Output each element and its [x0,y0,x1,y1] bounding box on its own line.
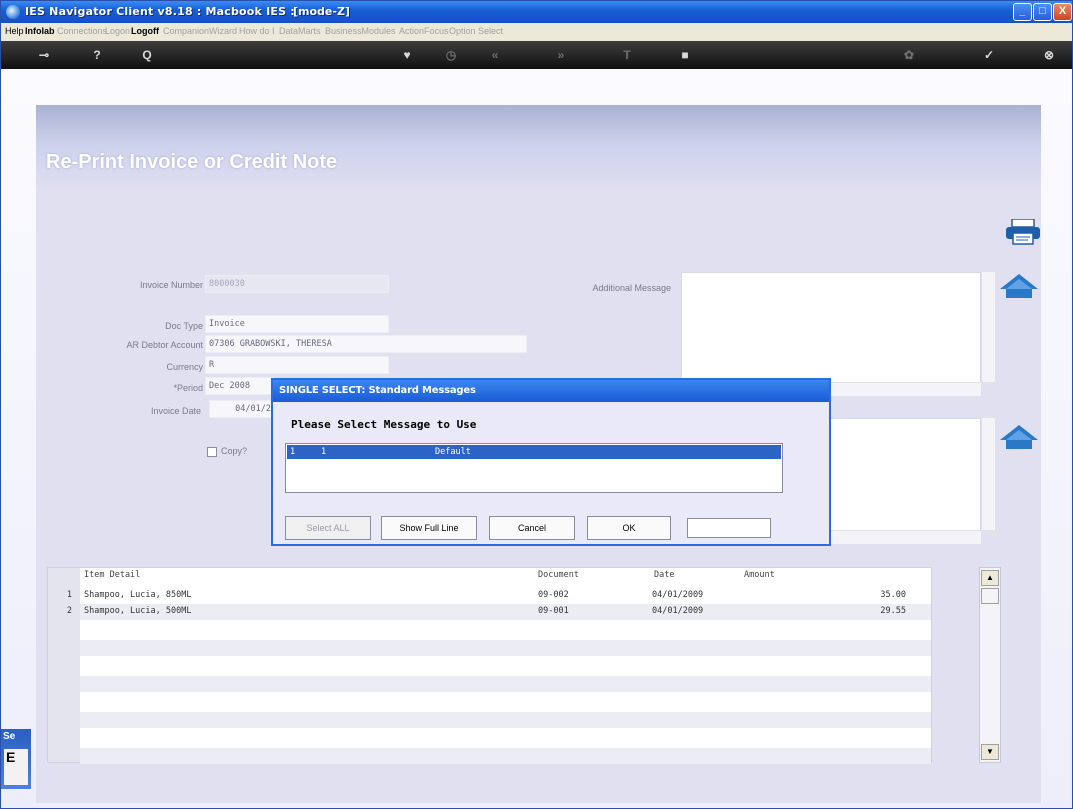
header-band [36,105,1041,193]
printer-icon[interactable] [1004,219,1042,245]
item-table: Item Detail Document Date Amount 1 Shamp… [47,567,932,764]
menu-how-do-i[interactable]: How do I [239,26,275,36]
cancel-button[interactable]: Cancel [489,516,575,540]
menu-connections[interactable]: Connections [57,26,107,36]
window-mode: [mode-Z] [293,5,350,18]
invoice-number-label: Invoice Number [139,280,203,290]
close-window-button[interactable]: X [1053,3,1072,21]
doc-type-label: Doc Type [165,321,203,331]
invoice-number-field: 8000030 [205,275,389,293]
dialog-search-input[interactable] [687,518,771,538]
header-amount: Amount [744,570,775,580]
menu-wizard[interactable]: Wizard [209,26,237,36]
row-item: Shampoo, Lucia, 850ML [84,590,192,600]
side-tab-label: Se [3,731,16,742]
row-amount: 29.55 [880,606,906,616]
side-panel-tab[interactable]: Se E [1,729,31,789]
forward-icon[interactable]: » [553,47,569,63]
menu-help[interactable]: Help [5,26,24,36]
ok-button[interactable]: OK [587,516,671,540]
message-vscroll[interactable] [981,272,995,382]
header-document: Document [538,570,579,580]
dialog-title: SINGLE SELECT: Standard Messages [273,380,829,402]
heart-icon[interactable]: ♥ [399,47,415,63]
scroll-up-button[interactable]: ▲ [981,570,999,586]
row-band [80,640,931,656]
ok-check-icon[interactable]: ✓ [981,47,997,63]
page-title: Re-Print Invoice or Credit Note [46,151,338,173]
minimize-button[interactable]: _ [1013,3,1032,21]
list-item-col2: 1 [321,447,327,457]
row-date: 04/01/2009 [652,590,704,600]
menu-datamarts[interactable]: DataMarts [279,26,321,36]
show-full-line-button[interactable]: Show Full Line [381,516,477,540]
search-icon[interactable]: Q [139,47,155,63]
up-arrow-icon-2[interactable] [999,424,1039,450]
menu-bar: Help Infolab Connections Logon Logoff Co… [1,23,1072,41]
menu-option-select[interactable]: Option Select [449,26,503,36]
copy-checkbox[interactable] [207,447,217,457]
table-scrollbar[interactable]: ▲ ▼ [979,567,1001,763]
additional-message-label: Additional Message [592,283,671,293]
text-icon[interactable]: T [619,47,635,63]
app-globe-icon [6,5,20,19]
row-number: 2 [66,606,72,616]
toolbar: ⊸ ? Q ♥ ◷ « » T ■ ✿ ✓ ⊗ [1,41,1072,69]
row-band [80,604,931,620]
row-number: 1 [66,590,72,600]
currency-label: Currency [166,362,203,372]
standard-messages-dialog: SINGLE SELECT: Standard Messages Please … [271,378,831,546]
row-document: 09-002 [538,590,569,600]
row-date: 04/01/2009 [652,606,704,616]
copy-label: Copy? [221,446,248,456]
currency-field[interactable]: R [205,356,389,374]
menu-logoff[interactable]: Logoff [131,26,159,36]
select-all-button[interactable]: Select ALL [285,516,371,540]
invoice-date-label: Invoice Date [150,406,201,416]
list-item-col1: 1 [290,447,296,457]
invoice-date-field[interactable]: 04/01/2 [209,400,275,418]
side-tab-inner: E [4,749,28,785]
row-amount: 35.00 [880,590,906,600]
title-bar: IES Navigator Client v8.18 : Macbook IES… [1,1,1072,23]
close-toolbar-icon[interactable]: ⊗ [1041,47,1057,63]
menu-action-focus[interactable]: ActionFocus [399,26,449,36]
row-band [80,676,931,692]
period-label: *Period [173,383,203,393]
header-item-detail: Item Detail [84,570,141,580]
menu-logon[interactable]: Logon [105,26,130,36]
list-item-label: Default [435,447,471,457]
row-band [80,712,931,728]
back-icon[interactable]: « [487,47,503,63]
menu-companion[interactable]: Companion [163,26,209,36]
ar-debtor-field[interactable]: 07306 GRABOWSKI, THERESA [205,335,527,353]
row-band [80,748,931,764]
scroll-thumb[interactable] [981,588,999,604]
row-document: 09-001 [538,606,569,616]
maximize-button[interactable]: □ [1033,3,1052,21]
ar-debtor-label: AR Debtor Account [126,340,203,350]
app-window: IES Navigator Client v8.18 : Macbook IES… [0,0,1073,809]
period-field[interactable]: Dec 2008 [205,377,275,395]
key-icon[interactable]: ⊸ [31,47,57,63]
settings-icon[interactable]: ✿ [901,47,917,63]
doc-type-field[interactable]: Invoice [205,315,389,333]
list-item[interactable]: 1 1 Default [287,445,781,459]
clock-icon[interactable]: ◷ [443,47,459,63]
dialog-prompt: Please Select Message to Use [291,418,477,431]
menu-business-modules[interactable]: BusinessModules [325,26,396,36]
second-message-vscroll[interactable] [981,418,995,530]
row-item: Shampoo, Lucia, 500ML [84,606,192,616]
message-list[interactable]: 1 1 Default [285,443,783,493]
up-arrow-icon[interactable] [999,273,1039,299]
menu-infolab[interactable]: Infolab [25,26,55,36]
window-title: IES Navigator Client v8.18 : Macbook IES… [25,5,295,18]
header-date: Date [654,570,675,580]
help-icon[interactable]: ? [89,47,105,63]
scroll-down-button[interactable]: ▼ [981,744,999,760]
stop-icon[interactable]: ■ [677,47,693,63]
